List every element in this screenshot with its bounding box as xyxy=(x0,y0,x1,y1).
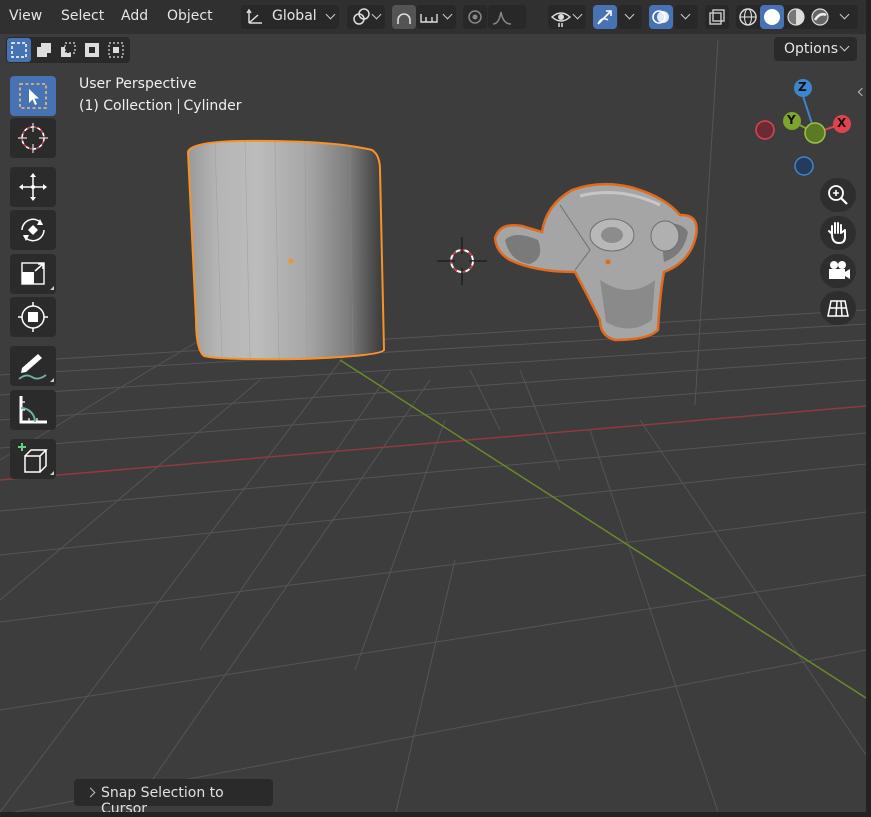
select-extend-icon xyxy=(37,43,51,57)
gizmo-z-label: Z xyxy=(798,80,807,94)
visibility-icon xyxy=(550,12,572,27)
y-axis-line xyxy=(339,359,866,699)
transform-icon xyxy=(18,302,48,332)
cursor-tool-icon xyxy=(18,123,48,153)
snap-icon xyxy=(420,14,438,23)
hand-icon xyxy=(828,222,846,245)
region-divider-right[interactable] xyxy=(866,0,871,817)
shading-material[interactable] xyxy=(784,5,808,29)
projection-toggle-button[interactable] xyxy=(820,291,856,325)
xray-toggle[interactable] xyxy=(705,5,729,29)
select-invert-button[interactable] xyxy=(80,38,104,62)
camera-view-button[interactable] xyxy=(820,254,856,288)
proportional-editing-toggle[interactable] xyxy=(463,5,487,29)
rotate-icon xyxy=(21,218,45,242)
snap-target-dropdown[interactable] xyxy=(416,5,456,29)
gizmo-toggle[interactable] xyxy=(593,5,617,29)
tool-transform[interactable] xyxy=(10,297,56,337)
separator xyxy=(177,98,179,114)
options-dropdown[interactable]: Options xyxy=(774,37,857,61)
proportional-editing-icon xyxy=(468,10,482,24)
select-new-icon xyxy=(11,42,27,58)
pan-button[interactable] xyxy=(820,216,856,250)
select-subtract-icon xyxy=(61,42,76,57)
pivot-point-dropdown[interactable] xyxy=(347,5,385,29)
tool-cursor[interactable] xyxy=(10,118,56,158)
solid-sphere-icon xyxy=(764,9,780,25)
measure-ruler-icon xyxy=(19,396,47,424)
camera-icon xyxy=(829,261,850,279)
select-subtract-button[interactable] xyxy=(56,38,80,62)
object-visibility-dropdown[interactable] xyxy=(548,5,586,29)
select-intersect-icon xyxy=(108,42,124,58)
shading-wireframe[interactable] xyxy=(736,5,760,29)
cylinder-object[interactable] xyxy=(186,139,386,361)
region-divider-bottom[interactable] xyxy=(0,812,871,817)
annotate-pencil-icon xyxy=(18,354,54,382)
proportional-falloff-dropdown[interactable] xyxy=(488,5,526,29)
x-axis-line xyxy=(0,405,866,481)
menu-select[interactable]: Select xyxy=(61,8,104,24)
orientation-label: Global xyxy=(272,8,317,24)
tool-measure[interactable] xyxy=(10,390,56,430)
wireframe-sphere-icon xyxy=(739,8,757,26)
menu-add[interactable]: Add xyxy=(121,8,148,24)
gizmo-icon xyxy=(597,10,612,25)
overlay-dropdown[interactable] xyxy=(674,5,698,29)
overlay-icon xyxy=(652,10,669,24)
scale-icon xyxy=(21,262,54,290)
magnet-icon xyxy=(397,13,411,24)
viewport-header: View Select Add Object Global xyxy=(0,0,866,34)
gizmo-dropdown[interactable] xyxy=(618,5,642,29)
orientation-icon xyxy=(246,8,262,24)
collection-name: (1) Collection xyxy=(79,98,173,114)
tool-select-box[interactable] xyxy=(10,76,56,116)
tool-annotate[interactable] xyxy=(10,346,56,386)
suzanne-object[interactable] xyxy=(493,182,698,342)
shading-rendered[interactable] xyxy=(808,5,832,29)
transform-orientation-dropdown[interactable]: Global xyxy=(241,5,339,29)
overlay-toggle[interactable] xyxy=(649,5,673,29)
zoom-button[interactable] xyxy=(820,178,856,212)
tool-scale[interactable] xyxy=(10,254,56,294)
view-perspective-label: User Perspective xyxy=(79,76,197,92)
shading-dropdown[interactable] xyxy=(833,5,857,29)
select-intersect-button[interactable] xyxy=(104,38,128,62)
gizmo-x-label: X xyxy=(837,116,847,130)
menu-view[interactable]: View xyxy=(9,8,42,24)
rendered-sphere-icon xyxy=(811,8,829,26)
last-operation-panel[interactable]: Snap Selection to Cursor xyxy=(74,779,273,817)
xray-icon xyxy=(709,9,725,25)
shading-solid[interactable] xyxy=(760,5,784,29)
floor-grid xyxy=(0,39,866,812)
gizmo-y-label: Y xyxy=(787,113,796,127)
options-label: Options xyxy=(784,41,839,57)
select-new-button[interactable] xyxy=(7,38,31,62)
zoom-magnifier-icon xyxy=(828,185,848,205)
snap-toggle[interactable] xyxy=(392,5,416,29)
pivot-icon xyxy=(353,8,370,25)
3d-viewport[interactable]: Z Y X xyxy=(0,0,867,812)
select-extend-button[interactable] xyxy=(32,38,56,62)
selection-mode-group xyxy=(6,37,130,63)
falloff-curve-icon xyxy=(492,11,512,25)
select-invert-icon xyxy=(85,43,99,57)
viewport-scene[interactable] xyxy=(0,0,866,812)
3d-cursor[interactable] xyxy=(437,237,487,285)
select-box-icon xyxy=(19,83,47,109)
move-icon xyxy=(19,173,47,201)
material-sphere-icon xyxy=(787,8,805,26)
chevron-right-icon xyxy=(85,787,96,798)
collection-info: (1) Collection Cylinder xyxy=(79,98,242,114)
tool-rotate[interactable] xyxy=(10,210,56,250)
grid-perspective-icon xyxy=(827,300,849,317)
menu-object[interactable]: Object xyxy=(167,8,213,24)
tool-add-cube[interactable] xyxy=(10,439,56,479)
tool-move[interactable] xyxy=(10,167,56,207)
add-cube-icon xyxy=(18,443,54,475)
sidebar-toggle[interactable] xyxy=(856,84,867,100)
active-object-name: Cylinder xyxy=(183,98,242,114)
